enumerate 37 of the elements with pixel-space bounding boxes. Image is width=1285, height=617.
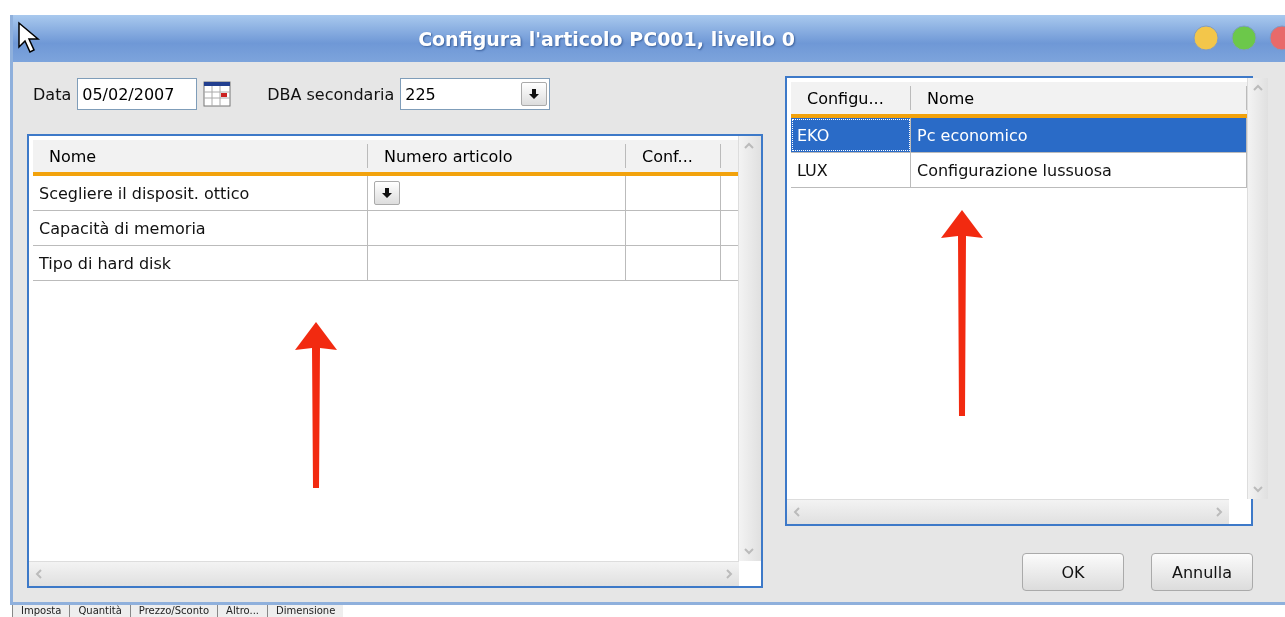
tab[interactable]: Prezzo/Sconto bbox=[129, 605, 218, 617]
tab[interactable]: Quantità bbox=[69, 605, 130, 617]
scroll-down-icon[interactable] bbox=[1252, 483, 1264, 495]
tab[interactable]: Dimensione bbox=[267, 605, 344, 617]
maximize-button[interactable] bbox=[1231, 25, 1257, 51]
vertical-scrollbar[interactable] bbox=[738, 136, 761, 561]
date-field[interactable]: 05/02/2007 bbox=[77, 78, 198, 110]
scroll-right-icon[interactable] bbox=[723, 568, 735, 580]
table-cell: Pc economico bbox=[911, 118, 1247, 152]
tab[interactable]: Imposta bbox=[12, 605, 70, 617]
minimize-button[interactable] bbox=[1193, 25, 1219, 51]
window-title: Configura l'articolo PC001, livello 0 bbox=[418, 27, 795, 50]
scroll-left-icon[interactable] bbox=[791, 506, 803, 518]
scroll-left-icon[interactable] bbox=[33, 568, 45, 580]
scroll-right-icon[interactable] bbox=[1213, 506, 1225, 518]
table-row[interactable]: EKO Pc economico bbox=[791, 118, 1247, 153]
arrow-down-icon bbox=[380, 186, 394, 200]
field-label: DBA secondaria bbox=[267, 84, 395, 104]
table-cell: EKO bbox=[791, 118, 911, 152]
table-row[interactable]: LUX Configurazione lussuosa bbox=[791, 153, 1247, 188]
column-header[interactable]: Conf... bbox=[626, 144, 721, 168]
calendar-icon[interactable] bbox=[203, 80, 232, 108]
column-header[interactable]: Numero articolo bbox=[368, 144, 626, 168]
horizontal-scrollbar[interactable] bbox=[787, 499, 1229, 524]
dropdown-button[interactable] bbox=[374, 181, 400, 205]
ok-button[interactable]: OK bbox=[1022, 553, 1124, 591]
vertical-scrollbar[interactable] bbox=[1247, 78, 1268, 499]
scroll-down-icon[interactable] bbox=[743, 545, 755, 557]
dba-dropdown[interactable]: 225 bbox=[400, 78, 551, 110]
cursor-icon bbox=[17, 21, 43, 55]
horizontal-scrollbar[interactable] bbox=[29, 561, 739, 586]
arrow-down-icon bbox=[527, 87, 542, 101]
column-header[interactable]: Nome bbox=[33, 144, 368, 168]
field-label: Data bbox=[33, 84, 72, 104]
cancel-button[interactable]: Annulla bbox=[1151, 553, 1253, 591]
column-header[interactable]: Configu... bbox=[791, 86, 911, 110]
tab[interactable]: Altro... bbox=[217, 605, 267, 617]
